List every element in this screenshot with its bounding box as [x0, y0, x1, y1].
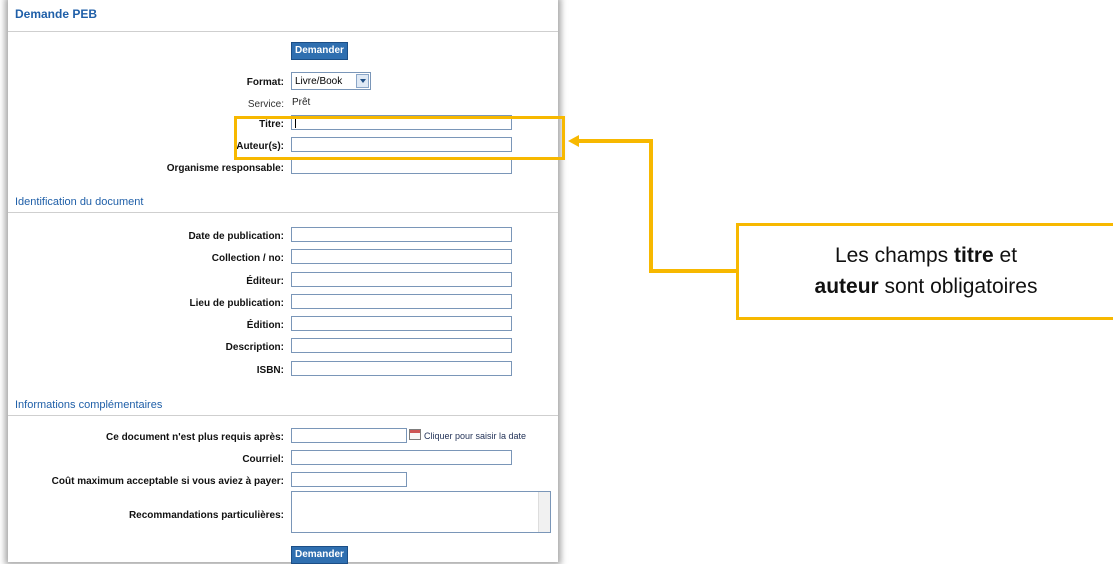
section-informations: Informations complémentaires: [15, 399, 163, 411]
courriel-input[interactable]: [291, 450, 512, 465]
description-label: Description:: [225, 342, 284, 353]
recommandations-label: Recommandations particulières:: [128, 510, 284, 521]
date-publication-input[interactable]: [291, 227, 512, 242]
requis-label: Ce document n'est plus requis après:: [106, 432, 284, 443]
recommandations-textarea[interactable]: [291, 491, 551, 533]
isbn-label: ISBN:: [256, 365, 284, 376]
divider: [8, 212, 558, 213]
editeur-label: Éditeur:: [246, 276, 284, 287]
divider: [8, 415, 558, 416]
submit-button-top[interactable]: Demander: [291, 42, 348, 60]
connector-line: [649, 269, 738, 273]
callout-box: Les champs titre et auteur sont obligato…: [736, 223, 1113, 320]
edition-input[interactable]: [291, 316, 512, 331]
callout-line-2: auteur sont obligatoires: [814, 275, 1038, 298]
collection-label: Collection / no:: [211, 253, 284, 264]
submit-button-bottom[interactable]: Demander: [291, 546, 348, 564]
divider: [8, 31, 558, 32]
scrollbar[interactable]: [538, 492, 550, 532]
organisme-input[interactable]: [291, 159, 512, 174]
connector-line: [649, 139, 653, 273]
page-title: Demande PEB: [15, 7, 98, 21]
isbn-input[interactable]: [291, 361, 512, 376]
callout-line-1: Les champs titre et: [834, 244, 1018, 267]
format-label: Format:: [246, 77, 284, 88]
edition-label: Édition:: [246, 320, 284, 331]
form-panel: Demande PEB Demander Format: Livre/Book …: [8, 0, 558, 564]
format-select-value: Livre/Book: [295, 76, 343, 87]
cout-label: Coût maximum acceptable si vous aviez à …: [51, 476, 284, 487]
collection-input[interactable]: [291, 249, 512, 264]
service-label: Service:: [247, 99, 284, 110]
highlight-box: [234, 116, 565, 160]
service-value: Prêt: [292, 97, 311, 108]
description-input[interactable]: [291, 338, 512, 353]
cout-input[interactable]: [291, 472, 407, 487]
lieu-publication-input[interactable]: [291, 294, 512, 309]
organisme-label: Organisme responsable:: [166, 163, 284, 174]
calendar-link[interactable]: Cliquer pour saisir la date: [424, 431, 526, 441]
format-select[interactable]: Livre/Book: [291, 72, 371, 90]
requis-date-input[interactable]: [291, 428, 407, 443]
editeur-input[interactable]: [291, 272, 512, 287]
calendar-icon[interactable]: [409, 429, 421, 440]
connector-line: [578, 139, 652, 143]
date-publication-label: Date de publication:: [188, 231, 284, 242]
section-identification: Identification du document: [15, 196, 144, 208]
courriel-label: Courriel:: [242, 454, 284, 465]
lieu-publication-label: Lieu de publication:: [189, 298, 284, 309]
chevron-down-icon[interactable]: [356, 74, 369, 88]
